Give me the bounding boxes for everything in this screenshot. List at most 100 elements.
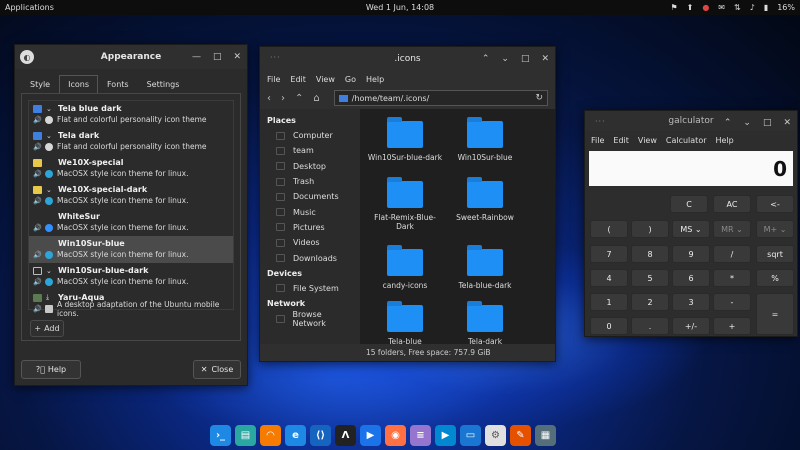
tab-icons[interactable]: Icons — [59, 75, 98, 93]
firefox-icon[interactable]: ◉ — [385, 424, 406, 446]
minimize-icon[interactable]: — — [192, 52, 201, 62]
icon-theme-list[interactable]: ⌄ Tela blue dark 🔊 Flat and colorful perso… — [28, 100, 234, 318]
vscode-icon[interactable]: ⟨⟩ — [310, 424, 331, 446]
appearance-titlebar[interactable]: ◐ Appearance — □ ✕ — [15, 45, 247, 69]
menu-help[interactable]: Help — [716, 136, 734, 145]
theme-item-selected[interactable]: Win10Sur-blue 🔊 MacOSX style icon theme f… — [29, 236, 233, 263]
window-menu-icon[interactable]: ··· — [270, 53, 281, 62]
sidebar-item-desktop[interactable]: Desktop — [260, 159, 360, 174]
digit-1-button[interactable]: 1 — [590, 293, 628, 311]
sidebar-item-documents[interactable]: Documents — [260, 189, 360, 204]
folder-item[interactable]: Sweet-Rainbow — [444, 177, 526, 222]
upload-icon[interactable]: ⬆ — [687, 3, 694, 12]
sidebar-item-trash[interactable]: Trash — [260, 174, 360, 189]
digit-3-button[interactable]: 3 — [672, 293, 710, 311]
digit-4-button[interactable]: 4 — [590, 269, 628, 287]
equals-button[interactable]: = — [756, 293, 794, 335]
minimize-icon[interactable]: ⌄ — [743, 118, 751, 128]
reload-icon[interactable]: ↻ — [535, 93, 543, 103]
folder-item[interactable]: Win10Sur-blue-dark — [364, 117, 446, 162]
mail-icon[interactable]: ✉ — [718, 3, 725, 12]
folder-item[interactable]: Tela-blue-dark — [444, 245, 526, 290]
digit-9-button[interactable]: 9 — [672, 245, 710, 263]
theme-item[interactable]: WhiteSur 🔊 MacOSX style icon theme for li… — [29, 209, 233, 236]
back-icon[interactable]: ‹ — [267, 93, 271, 104]
multiply-button[interactable]: * — [713, 269, 751, 287]
close-icon[interactable]: ✕ — [783, 118, 791, 128]
folder-item[interactable]: Tela-blue — [364, 301, 446, 346]
clear-button[interactable]: C — [670, 195, 708, 213]
menu-view[interactable]: View — [316, 75, 335, 84]
theme-item[interactable]: ⌄ Tela blue dark 🔊 Flat and colorful perso… — [29, 101, 233, 128]
close-paren-button[interactable]: ) — [631, 220, 669, 238]
theme-item[interactable]: ⌄ Win10Sur-blue-dark 🔊 MacOSX style icon t… — [29, 263, 233, 290]
menu-edit[interactable]: Edit — [290, 75, 306, 84]
sidebar-item-computer[interactable]: Computer — [260, 128, 360, 143]
edge-browser-icon[interactable]: e — [285, 424, 306, 446]
kite-icon[interactable]: ✎ — [510, 424, 531, 446]
digit-5-button[interactable]: 5 — [631, 269, 669, 287]
volume-icon[interactable]: ♪ — [750, 3, 755, 12]
memory-add-button[interactable]: M+ ⌄ — [756, 220, 794, 238]
window-menu-icon[interactable]: ··· — [595, 117, 606, 126]
close-button[interactable]: ✕ Close — [193, 360, 241, 379]
subtract-button[interactable]: - — [713, 293, 751, 311]
home-icon[interactable]: ⌂ — [313, 93, 319, 104]
theme-item[interactable]: ⤓ Yaru-Aqua 🔊 A desktop adaptation of the … — [29, 290, 233, 318]
headphones-icon[interactable]: ◠ — [260, 424, 281, 446]
sidebar-item-pictures[interactable]: Pictures — [260, 220, 360, 235]
maximize-icon[interactable]: □ — [213, 52, 222, 62]
menu-view[interactable]: View — [638, 136, 657, 145]
shade-icon[interactable]: ⌃ — [482, 54, 490, 64]
sidebar-item-file-system[interactable]: File System — [260, 281, 360, 296]
add-button[interactable]: + — [713, 317, 751, 335]
terminal-icon[interactable]: ›_ — [210, 424, 231, 446]
applications-menu[interactable]: Applications — [5, 3, 54, 12]
maximize-icon[interactable]: □ — [763, 118, 772, 128]
sidebar-item-music[interactable]: Music — [260, 204, 360, 219]
up-icon[interactable]: ⌃ — [295, 93, 303, 104]
divide-button[interactable]: / — [713, 245, 751, 263]
digit-7-button[interactable]: 7 — [590, 245, 628, 263]
digit-6-button[interactable]: 6 — [672, 269, 710, 287]
sign-toggle-button[interactable]: +/- — [672, 317, 710, 335]
settings-gear-icon[interactable]: ⚙ — [485, 424, 506, 446]
inkscape-icon[interactable]: Λ — [335, 424, 356, 446]
menu-edit[interactable]: Edit — [613, 136, 629, 145]
network-icon[interactable]: ⇅ — [734, 3, 741, 12]
location-bar[interactable]: /home/team/.icons/ ↻ — [333, 90, 548, 106]
theme-item[interactable]: We10X-special 🔊 MacOSX style icon theme f… — [29, 155, 233, 182]
all-clear-button[interactable]: AC — [713, 195, 751, 213]
files-icon[interactable]: ▤ — [235, 424, 256, 446]
tab-settings[interactable]: Settings — [138, 75, 189, 93]
sidebar-item-videos[interactable]: Videos — [260, 235, 360, 250]
close-icon[interactable]: ✕ — [541, 54, 549, 64]
minimize-icon[interactable]: ⌄ — [501, 54, 509, 64]
calculator-titlebar[interactable]: ··· galculator ⌃ ⌄ □ ✕ — [585, 111, 797, 131]
folder-item[interactable]: Flat-Remix-Blue-Dark — [364, 177, 446, 231]
tab-fonts[interactable]: Fonts — [98, 75, 138, 93]
document-viewer-icon[interactable]: ≡ — [410, 424, 431, 446]
menu-help[interactable]: Help — [366, 75, 384, 84]
menu-file[interactable]: File — [267, 75, 280, 84]
theme-item[interactable]: ⌄ We10X-special-dark 🔊 MacOSX style icon t… — [29, 182, 233, 209]
decimal-button[interactable]: . — [631, 317, 669, 335]
menu-file[interactable]: File — [591, 136, 604, 145]
menu-calculator[interactable]: Calculator — [666, 136, 707, 145]
backspace-button[interactable]: <- — [756, 195, 794, 213]
video-player-icon[interactable]: ▶ — [435, 424, 456, 446]
folder-item[interactable]: Tela-dark — [444, 301, 526, 346]
memory-store-button[interactable]: MS ⌄ — [672, 220, 710, 238]
folder-item[interactable]: candy-icons — [364, 245, 446, 290]
file-manager-titlebar[interactable]: ··· .icons ⌃ ⌄ □ ✕ — [260, 47, 555, 71]
shade-icon[interactable]: ⌃ — [724, 118, 732, 128]
add-theme-button[interactable]: + Add — [30, 320, 64, 337]
sidebar-item-team[interactable]: team — [260, 143, 360, 158]
help-button[interactable]: ?⃝ Help — [21, 360, 81, 379]
kdenlive-icon[interactable]: ▶ — [360, 424, 381, 446]
clock[interactable]: Wed 1 Jun, 14:08 — [366, 3, 434, 12]
menu-go[interactable]: Go — [345, 75, 356, 84]
digit-0-button[interactable]: 0 — [590, 317, 628, 335]
digit-8-button[interactable]: 8 — [631, 245, 669, 263]
digit-2-button[interactable]: 2 — [631, 293, 669, 311]
